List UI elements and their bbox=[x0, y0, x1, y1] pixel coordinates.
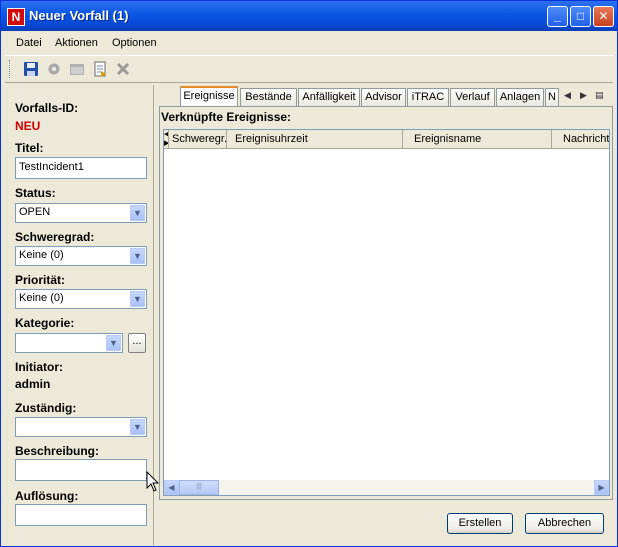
title-bar[interactable]: N Neuer Vorfall (1) _ □ ✕ bbox=[1, 1, 617, 31]
linked-events-label: Verknüpfte Ereignisse: bbox=[161, 110, 292, 124]
chevron-down-icon[interactable]: ▼ bbox=[130, 248, 145, 264]
title-label: Titel: bbox=[15, 141, 44, 155]
menu-aktionen[interactable]: Aktionen bbox=[55, 37, 98, 49]
tab-strip: Ereignisse Bestände Anfälligkeit Advisor… bbox=[156, 85, 614, 107]
priority-value: Keine (0) bbox=[19, 292, 64, 304]
status-label: Status: bbox=[15, 186, 56, 200]
column-severity[interactable]: Schweregr. bbox=[169, 130, 227, 148]
events-tab-panel: Verknüpfte Ereignisse: ◀ ▶ Schweregr. Ere… bbox=[159, 106, 613, 500]
menu-optionen[interactable]: Optionen bbox=[112, 37, 157, 49]
severity-label: Schweregrad: bbox=[15, 230, 95, 244]
column-message[interactable]: Nachricht bbox=[552, 130, 609, 148]
chevron-down-icon[interactable]: ▼ bbox=[130, 291, 145, 307]
window-icon bbox=[70, 64, 84, 75]
description-label: Beschreibung: bbox=[15, 444, 100, 458]
category-browse-button[interactable]: ... bbox=[128, 333, 146, 353]
tab-anlagen[interactable]: Anlagen bbox=[496, 88, 544, 106]
menu-datei[interactable]: Datei bbox=[16, 37, 42, 49]
category-label: Kategorie: bbox=[15, 316, 75, 330]
category-dropdown[interactable]: ▼ bbox=[15, 333, 123, 353]
delete-icon bbox=[116, 62, 130, 76]
window-title: Neuer Vorfall (1) bbox=[29, 8, 129, 23]
close-button[interactable]: ✕ bbox=[593, 6, 614, 27]
save-icon[interactable] bbox=[23, 61, 39, 77]
incident-details-panel: Vorfalls-ID: NEU Titel: TestIncident1 St… bbox=[6, 85, 151, 545]
tab-anfaelligkeit[interactable]: Anfälligkeit bbox=[298, 88, 360, 106]
chevron-down-icon[interactable]: ▼ bbox=[130, 205, 145, 221]
resolution-field[interactable] bbox=[15, 504, 147, 526]
description-field[interactable] bbox=[15, 459, 147, 481]
tab-advisor[interactable]: Advisor bbox=[361, 88, 406, 106]
resolution-label: Auflösung: bbox=[15, 489, 79, 503]
severity-dropdown[interactable]: Keine (0) ▼ bbox=[15, 246, 147, 266]
tab-itrac[interactable]: iTRAC bbox=[407, 88, 449, 106]
menu-bar: Datei Aktionen Optionen bbox=[5, 32, 613, 54]
scrollbar-thumb[interactable]: ||| bbox=[179, 480, 219, 495]
scroll-left-icon[interactable]: ◀ bbox=[164, 480, 179, 495]
chevron-down-icon[interactable]: ▼ bbox=[106, 335, 121, 351]
tab-bestaende[interactable]: Bestände bbox=[240, 88, 297, 106]
export-icon[interactable] bbox=[92, 61, 108, 77]
maximize-button[interactable]: □ bbox=[570, 6, 591, 27]
initiator-value: admin bbox=[15, 377, 51, 391]
toolbar-grip[interactable] bbox=[9, 60, 13, 78]
initiator-label: Initiator: bbox=[15, 360, 63, 374]
priority-label: Priorität: bbox=[15, 273, 66, 287]
tab-ereignisse[interactable]: Ereignisse bbox=[180, 86, 238, 107]
tab-verlauf[interactable]: Verlauf bbox=[450, 88, 495, 106]
gear-icon bbox=[48, 63, 60, 75]
novell-app-icon: N bbox=[7, 8, 25, 26]
assignee-dropdown[interactable]: ▼ bbox=[15, 417, 147, 437]
horizontal-scrollbar[interactable]: ◀ ||| ▶ bbox=[164, 480, 609, 495]
severity-value: Keine (0) bbox=[19, 249, 64, 261]
minimize-button[interactable]: _ bbox=[547, 6, 568, 27]
incident-id-label: Vorfalls-ID: bbox=[15, 101, 79, 115]
cancel-button[interactable]: Abbrechen bbox=[525, 513, 604, 534]
assignee-label: Zuständig: bbox=[15, 401, 77, 415]
status-dropdown[interactable]: OPEN ▼ bbox=[15, 203, 147, 223]
title-field[interactable]: TestIncident1 bbox=[15, 157, 147, 179]
events-table[interactable]: ◀ ▶ Schweregr. Ereignisuhrzeit Ereignisna… bbox=[163, 129, 610, 496]
column-event-time[interactable]: Ereignisuhrzeit bbox=[227, 130, 403, 148]
toolbar bbox=[5, 55, 613, 83]
tab-overflow[interactable]: N bbox=[545, 88, 559, 106]
priority-dropdown[interactable]: Keine (0) ▼ bbox=[15, 289, 147, 309]
create-button[interactable]: Erstellen bbox=[447, 513, 513, 534]
tab-list-icon[interactable]: ▤ bbox=[595, 90, 604, 101]
events-table-header: ◀ ▶ Schweregr. Ereignisuhrzeit Ereignisna… bbox=[164, 130, 609, 149]
chevron-down-icon[interactable]: ▼ bbox=[130, 419, 145, 435]
incident-tabs-area: Ereignisse Bestände Anfälligkeit Advisor… bbox=[156, 85, 614, 545]
incident-id-value: NEU bbox=[15, 119, 41, 133]
incident-window: N Neuer Vorfall (1) _ □ ✕ Datei Aktionen… bbox=[0, 0, 618, 547]
scroll-right-icon[interactable]: ▶ bbox=[594, 480, 609, 495]
status-value: OPEN bbox=[19, 206, 51, 218]
mouse-cursor-icon bbox=[146, 471, 160, 492]
scroll-right-icon[interactable]: ▶ bbox=[580, 90, 587, 101]
column-event-name[interactable]: Ereignisname bbox=[403, 130, 552, 148]
scroll-left-icon[interactable]: ◀ bbox=[564, 90, 571, 101]
